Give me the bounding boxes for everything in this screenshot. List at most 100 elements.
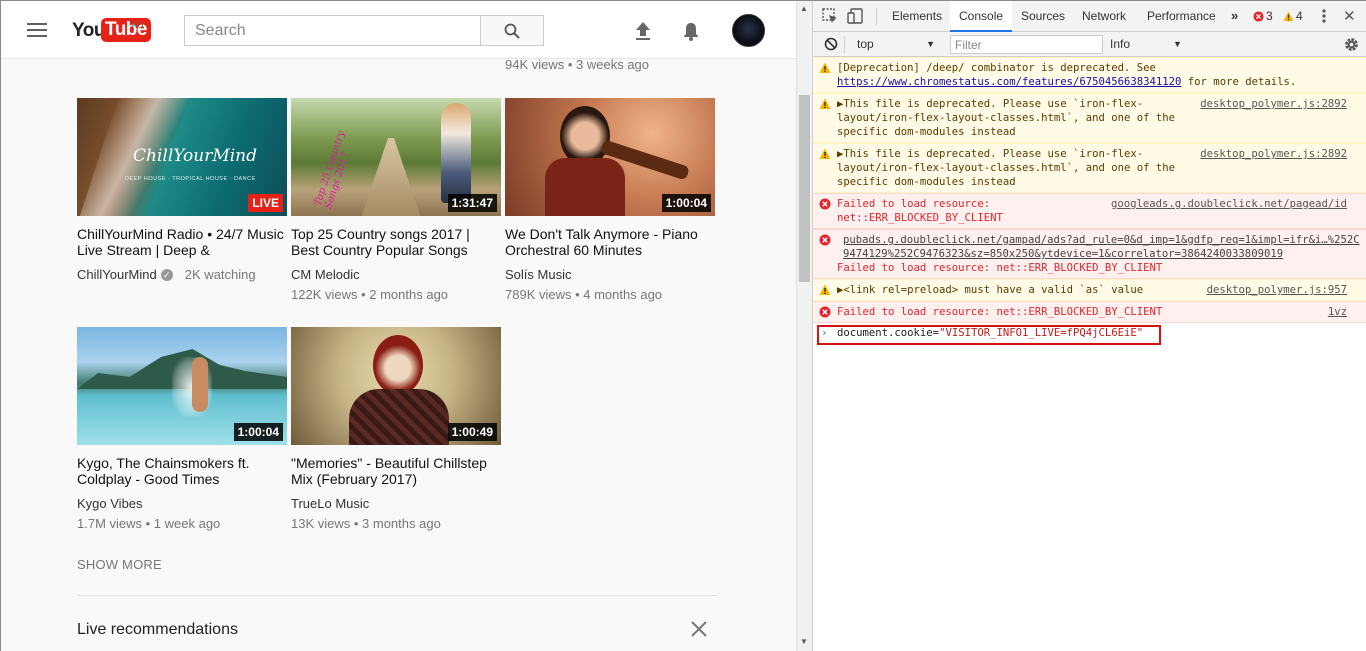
message-text: Failed to load resource: net::ERR_BLOCKE… [837,198,1003,224]
logo-region: AU [131,20,144,30]
console-error: Failed to load resource: net::ERR_BLOCKE… [813,193,1366,229]
video-thumbnail[interactable]: 1:00:04 [505,98,715,216]
tab-console[interactable]: Console [950,1,1013,32]
warning-icon [819,148,831,159]
video-thumbnail[interactable]: Top 25 Country Songs 2017 1:31:47 [291,98,501,216]
scrollbar-thumb[interactable] [799,95,810,282]
console-warning[interactable]: ▶<link rel=preload> must have a valid `a… [813,279,1366,301]
video-meta: 1.7M views • 1 week ago [77,516,221,531]
dropdown-arrow-icon: ▼ [1173,39,1182,49]
scroll-up-icon[interactable]: ▲ [800,4,808,13]
video-duration: 1:00:49 [447,423,497,441]
message-tail: for more details. [1181,76,1297,88]
upload-icon[interactable] [631,19,655,43]
channel-name[interactable]: ChillYourMind ✓ 2K watching [77,267,287,282]
video-thumbnail[interactable]: ChillYourMind DEEP HOUSE · TROPICAL HOUS… [77,98,287,216]
log-level-selector[interactable]: Info ▼ [1110,36,1184,53]
page-scrollbar[interactable]: ▲ ▼ [796,1,812,651]
message-text: ▶<link rel=preload> must have a valid `a… [837,284,1144,296]
channel-name-text: ChillYourMind [77,267,157,282]
avatar[interactable] [732,14,765,47]
close-devtools-icon[interactable]: ✕ [1343,7,1357,25]
tab-performance[interactable]: Performance [1138,1,1225,32]
warning-icon [1283,10,1294,21]
video-card[interactable]: 1:00:49 "Memories" - Beautiful Chillstep… [291,327,501,531]
show-more-button[interactable]: SHOW MORE [77,557,162,572]
video-thumbnail[interactable]: 1:00:04 [77,327,287,445]
video-duration: 1:31:47 [447,194,497,212]
video-card[interactable]: 1:00:04 Kygo, The Chainsmokers ft. Coldp… [77,327,287,531]
message-source-link[interactable]: 1vz [1321,305,1347,319]
error-counter[interactable]: 3 [1253,9,1273,23]
video-meta: 122K views • 2 months ago [291,287,449,302]
message-text: ▶This file is deprecated. Please use `ir… [837,148,1176,188]
video-duration: 1:00:04 [661,194,711,212]
youtube-page: You Tube AU Search 94K views • 3 weeks a… [1,1,796,651]
message-text: [Deprecation] /deep/ combinator is depre… [837,62,1156,74]
message-source-link[interactable]: desktop_polymer.js:2892 [1194,97,1347,111]
channel-name[interactable]: CM Melodic [291,267,501,282]
menu-icon[interactable] [27,23,47,39]
error-icon [819,234,831,246]
more-options-icon[interactable] [1318,7,1330,25]
more-tabs-icon[interactable]: » [1231,8,1238,23]
tab-sources[interactable]: Sources [1012,1,1074,32]
video-duration: 1:00:04 [233,423,283,441]
gear-icon[interactable] [1343,36,1360,53]
search-input[interactable]: Search [184,15,481,46]
tab-elements[interactable]: Elements [883,1,951,32]
message-source-link[interactable]: googleads.g.doubleclick.net/pagead/id [1105,197,1347,211]
filter-input[interactable]: Filter [950,35,1103,54]
console-prompt[interactable]: › document.cookie="VISITOR_INFO1_LIVE=fP… [813,323,1366,345]
video-card[interactable]: Top 25 Country Songs 2017 1:31:47 Top 25… [291,98,501,302]
console-warning[interactable]: ▶This file is deprecated. Please use `ir… [813,143,1366,193]
error-icon [819,198,831,210]
console-command[interactable]: document.cookie="VISITOR_INFO1_LIVE=fPQ4… [837,327,1143,339]
section-title: Live recommendations [77,621,238,638]
message-text: ▶This file is deprecated. Please use `ir… [837,98,1176,138]
context-value: top [857,37,874,51]
command-prefix: document.cookie= [837,327,940,339]
device-toolbar-icon[interactable] [847,7,865,25]
message-source-link[interactable]: desktop_polymer.js:957 [1200,283,1347,297]
context-selector[interactable]: top ▼ [850,36,937,53]
video-card[interactable]: 1:00:04 We Don't Talk Anymore - Piano Or… [505,98,715,302]
message-text: Failed to load resource: net::ERR_BLOCKE… [837,262,1163,274]
close-icon[interactable] [689,619,709,639]
clear-console-icon[interactable] [824,37,838,51]
scroll-down-icon[interactable]: ▼ [800,637,808,646]
video-title[interactable]: ChillYourMind Radio • 24/7 Music Live St… [77,226,287,258]
message-link[interactable]: pubads.g.doubleclick.net/gampad/ads?ad_r… [837,233,1360,261]
console-toolbar: top ▼ Filter Info ▼ [813,32,1366,57]
video-card[interactable]: ChillYourMind DEEP HOUSE · TROPICAL HOUS… [77,98,287,282]
devtools-panel: Elements Console Sources Network Perform… [812,1,1366,651]
video-title[interactable]: Top 25 Country songs 2017 | Best Country… [291,226,501,258]
console-error: Failed to load resource: net::ERR_BLOCKE… [813,301,1366,323]
channel-name[interactable]: Solís Music [505,267,715,282]
console-warning[interactable]: ▶This file is deprecated. Please use `ir… [813,93,1366,143]
console-messages: [Deprecation] /deep/ combinator is depre… [813,57,1366,651]
tab-network[interactable]: Network [1073,1,1135,32]
error-icon [1253,10,1264,22]
prompt-chevron-icon: › [821,326,828,339]
message-source-link[interactable]: desktop_polymer.js:2892 [1194,147,1347,161]
devtools-tabbar: Elements Console Sources Network Perform… [813,1,1366,32]
warning-icon [819,62,831,73]
thumbnail-caption: ChillYourMind [133,146,257,166]
search-button[interactable] [480,15,544,46]
warning-count: 4 [1296,9,1303,23]
video-title[interactable]: "Memories" - Beautiful Chillstep Mix (Fe… [291,455,501,487]
inspect-element-icon[interactable] [821,7,839,25]
error-icon [819,306,831,318]
channel-name[interactable]: TrueLo Music [291,496,501,511]
video-title[interactable]: Kygo, The Chainsmokers ft. Coldplay - Go… [77,455,287,487]
thumbnail-caption: Top 25 Country Songs 2017 [312,129,352,211]
video-title[interactable]: We Don't Talk Anymore - Piano Orchestral… [505,226,715,258]
toolbar-separator [844,36,845,53]
message-link[interactable]: https://www.chromestatus.com/features/67… [837,76,1181,88]
warning-counter[interactable]: 4 [1283,9,1303,23]
verified-check-icon: ✓ [160,268,173,281]
video-thumbnail[interactable]: 1:00:49 [291,327,501,445]
channel-name[interactable]: Kygo Vibes [77,496,287,511]
notifications-bell-icon[interactable] [679,19,703,43]
